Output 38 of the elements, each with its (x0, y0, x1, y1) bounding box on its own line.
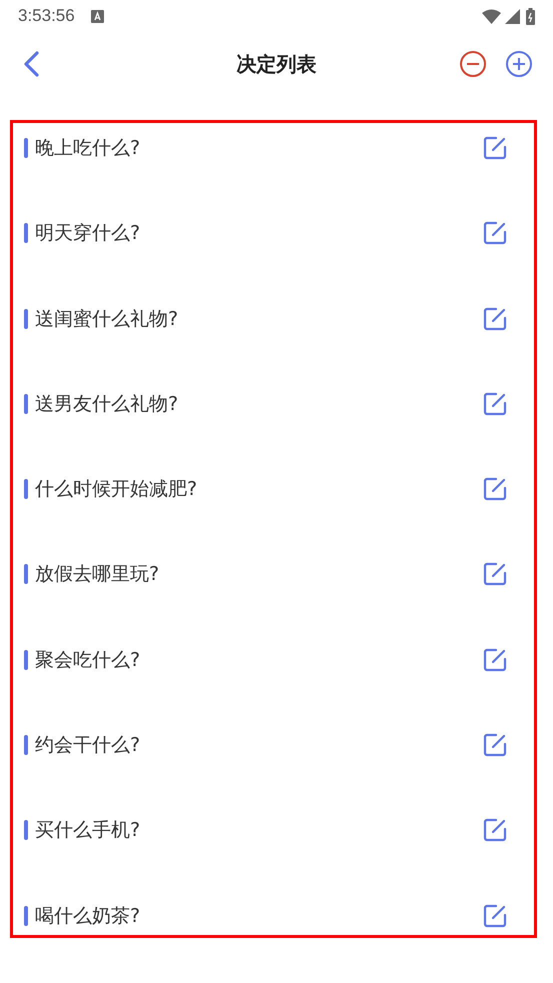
accent-bar (24, 138, 28, 158)
decision-title[interactable]: 晚上吃什么? (35, 135, 483, 161)
edit-icon[interactable] (483, 733, 507, 758)
accent-bar (24, 650, 28, 670)
edit-icon[interactable] (483, 648, 507, 672)
decision-title[interactable]: 喝什么奶茶? (35, 902, 483, 929)
edit-icon[interactable] (483, 477, 507, 502)
wifi-icon (482, 8, 501, 24)
edit-icon[interactable] (483, 562, 507, 586)
notification-icon (90, 10, 104, 22)
edit-icon[interactable] (483, 904, 507, 928)
decision-title[interactable]: 送男友什么礼物? (35, 390, 483, 417)
status-time: 3:53:56 (18, 6, 75, 26)
decision-title[interactable]: 聚会吃什么? (35, 646, 483, 673)
edit-icon[interactable] (483, 306, 507, 331)
decision-title[interactable]: 约会干什么? (35, 732, 483, 758)
decision-title[interactable]: 送闺蜜什么礼物? (35, 306, 483, 332)
decision-title[interactable]: 买什么手机? (35, 817, 483, 844)
battery-icon (526, 8, 535, 24)
accent-bar (24, 223, 28, 244)
accent-bar (24, 308, 28, 329)
accent-bar (24, 735, 28, 756)
signal-icon (505, 8, 520, 24)
edit-icon[interactable] (483, 221, 507, 246)
accent-bar (24, 564, 28, 584)
add-button[interactable] (505, 50, 533, 78)
edit-icon[interactable] (483, 392, 507, 416)
accent-bar (24, 479, 28, 500)
accent-bar (24, 820, 28, 840)
decision-title[interactable]: 什么时候开始减肥? (35, 476, 483, 502)
accent-bar (24, 906, 28, 926)
decision-title[interactable]: 放假去哪里玩? (35, 561, 483, 588)
edit-icon[interactable] (483, 818, 507, 842)
accent-bar (24, 394, 28, 414)
edit-icon[interactable] (483, 136, 507, 160)
decision-title[interactable]: 明天穿什么? (35, 220, 483, 246)
remove-button[interactable] (459, 50, 487, 78)
page-title: 决定列表 (236, 50, 316, 78)
